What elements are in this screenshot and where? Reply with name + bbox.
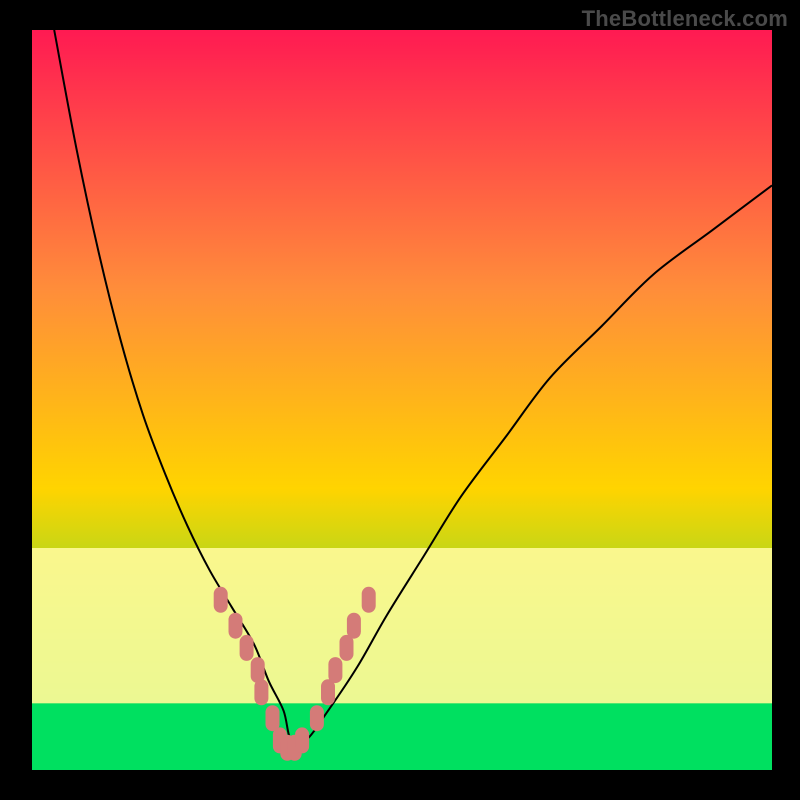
green-band xyxy=(32,703,772,770)
marker-dot xyxy=(251,657,265,683)
marker-dot xyxy=(254,679,268,705)
chart-svg xyxy=(32,30,772,770)
marker-dot xyxy=(240,635,254,661)
frame: TheBottleneck.com xyxy=(0,0,800,800)
pale-yellow-band xyxy=(32,548,772,703)
bottleneck-chart xyxy=(32,30,772,770)
marker-dot xyxy=(295,727,309,753)
marker-dot xyxy=(347,613,361,639)
marker-dot xyxy=(229,613,243,639)
marker-dot xyxy=(362,587,376,613)
watermark: TheBottleneck.com xyxy=(582,6,788,32)
marker-dot xyxy=(340,635,354,661)
marker-dot xyxy=(310,705,324,731)
marker-dot xyxy=(266,705,280,731)
marker-dot xyxy=(328,657,342,683)
marker-dot xyxy=(214,587,228,613)
marker-dot xyxy=(321,679,335,705)
